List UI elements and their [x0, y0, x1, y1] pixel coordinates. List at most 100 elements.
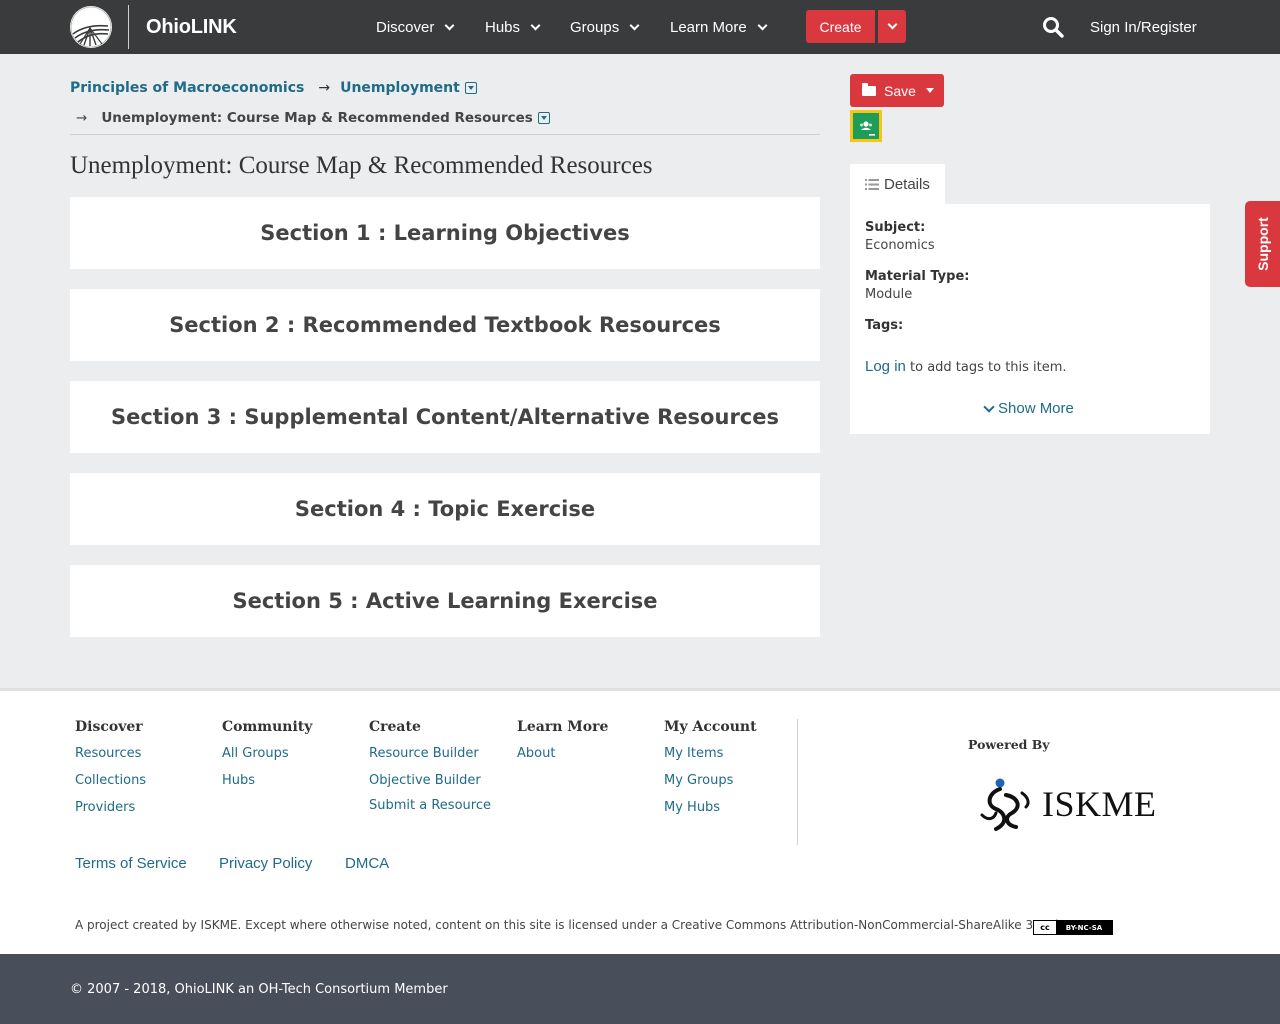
logo-divider	[128, 5, 129, 49]
section-title: Section 5 : Active Learning Exercise	[232, 589, 658, 613]
footer-column-discover: Discover Resources Collections Providers	[75, 719, 146, 827]
footer-link-my-hubs[interactable]: My Hubs	[664, 800, 757, 815]
show-more-link[interactable]: Show More	[983, 400, 1074, 417]
footer-link-my-items[interactable]: My Items	[664, 746, 757, 761]
footer-column-community: Community All Groups Hubs	[222, 719, 312, 800]
footer-link-hubs[interactable]: Hubs	[222, 773, 312, 788]
chevron-down-icon	[887, 19, 897, 30]
tags-login-suffix: to add tags to this item.	[905, 360, 1067, 375]
footer-column-my-account: My Account My Items My Groups My Hubs	[664, 719, 757, 827]
page-title: Unemployment: Course Map & Recommended R…	[70, 152, 653, 179]
section-title: Section 2 : Recommended Textbook Resourc…	[169, 313, 721, 337]
footer-link-resource-builder[interactable]: Resource Builder	[369, 746, 491, 761]
breadcrumb: Principles of Macroeconomics → Unemploym…	[70, 80, 477, 96]
dropdown-caret-icon[interactable]	[537, 112, 550, 124]
chevron-down-icon	[444, 20, 455, 30]
footer-divider	[797, 719, 798, 845]
caret-down-icon	[925, 88, 934, 93]
login-link[interactable]: Log in	[865, 358, 906, 375]
breadcrumb-divider	[70, 134, 820, 135]
breadcrumb-separator: →	[318, 80, 331, 96]
nav-hubs-label: Hubs	[485, 18, 521, 36]
dmca-link[interactable]: DMCA	[345, 855, 389, 872]
footer-link-submit-resource[interactable]: Submit a Resource	[369, 798, 491, 813]
section-card-1[interactable]: Section 1 : Learning Objectives	[70, 197, 820, 269]
save-label: Save	[884, 82, 916, 99]
footer-column-learn-more: Learn More About	[517, 719, 608, 773]
footer-heading: Discover	[75, 719, 143, 735]
chevron-down-icon	[530, 20, 541, 30]
ohiolink-logo[interactable]: OhioLINK	[70, 5, 237, 49]
footer: Discover Resources Collections Providers…	[0, 688, 1280, 954]
save-button[interactable]: Save	[850, 74, 944, 107]
nav-discover[interactable]: Discover	[376, 0, 455, 54]
footer-heading: My Account	[664, 719, 757, 735]
copyright-text: © 2007 - 2018, OhioLINK an OH-Tech Conso…	[70, 982, 448, 997]
section-card-5[interactable]: Section 5 : Active Learning Exercise	[70, 565, 820, 637]
tags-login-prompt: Log in to add tags to this item.	[865, 358, 1067, 375]
footer-link-about[interactable]: About	[517, 746, 608, 761]
support-tab[interactable]: Support	[1245, 201, 1280, 287]
google-classroom-share-button[interactable]	[850, 110, 882, 142]
powered-by-label: Powered By	[968, 737, 1050, 752]
nav-learn-more-label: Learn More	[670, 18, 747, 36]
terms-of-service-link[interactable]: Terms of Service	[75, 855, 187, 872]
creative-commons-badge[interactable]: cc BY-NC-SA	[1033, 920, 1113, 935]
iskme-logo[interactable]: ISKME	[978, 775, 1157, 833]
breadcrumb-item-course[interactable]: Principles of Macroeconomics	[70, 80, 304, 96]
section-title: Section 3 : Supplemental Content/Alterna…	[110, 405, 779, 429]
footer-link-providers[interactable]: Providers	[75, 800, 146, 815]
top-navbar: OhioLINK Discover Hubs Groups Learn More…	[0, 0, 1280, 54]
create-button[interactable]: Create	[806, 10, 875, 43]
nav-groups-label: Groups	[570, 18, 620, 36]
section-title: Section 1 : Learning Objectives	[260, 221, 630, 245]
chevron-down-icon	[757, 20, 768, 30]
details-panel: Subject: Economics Material Type: Module…	[850, 204, 1210, 434]
footer-heading: Learn More	[517, 719, 609, 735]
footer-link-objective-builder[interactable]: Objective Builder	[369, 773, 491, 788]
nav-discover-label: Discover	[376, 18, 435, 36]
chevron-down-icon	[629, 20, 640, 30]
search-icon[interactable]	[1042, 16, 1064, 38]
show-more-label: Show More	[998, 400, 1074, 417]
privacy-policy-link[interactable]: Privacy Policy	[219, 855, 312, 872]
section-card-3[interactable]: Section 3 : Supplemental Content/Alterna…	[70, 381, 820, 453]
footer-heading: Community	[222, 719, 313, 735]
dropdown-caret-icon[interactable]	[464, 82, 477, 94]
breadcrumb-separator: →	[76, 110, 88, 126]
license-text: A project created by ISKME. Except where…	[75, 918, 1098, 932]
breadcrumb-current: → Unemployment: Course Map & Recommended…	[76, 110, 550, 126]
breadcrumb-item-current: Unemployment: Course Map & Recommended R…	[101, 110, 533, 126]
footer-link-all-groups[interactable]: All Groups	[222, 746, 312, 761]
material-type-label: Material Type:	[865, 269, 970, 284]
nav-hubs[interactable]: Hubs	[485, 0, 541, 54]
folder-open-icon	[862, 82, 876, 96]
breadcrumb-item-unit[interactable]: Unemployment	[340, 80, 460, 96]
footer-column-create: Create Resource Builder Objective Builde…	[369, 719, 491, 825]
material-type-value: Module	[865, 287, 913, 302]
ohiolink-logo-icon	[70, 6, 112, 48]
footer-link-collections[interactable]: Collections	[75, 773, 146, 788]
cc-icon: cc	[1034, 921, 1056, 934]
nav-learn-more[interactable]: Learn More	[670, 0, 768, 54]
google-classroom-icon	[853, 113, 879, 139]
tab-details[interactable]: Details	[850, 164, 945, 204]
list-icon	[865, 178, 879, 190]
cc-license-terms: BY-NC-SA	[1056, 921, 1112, 934]
section-card-2[interactable]: Section 2 : Recommended Textbook Resourc…	[70, 289, 820, 361]
subject-label: Subject:	[865, 220, 926, 235]
sign-in-register-link[interactable]: Sign In/Register	[1090, 0, 1197, 54]
nav-groups[interactable]: Groups	[570, 0, 640, 54]
iskme-swirl-icon	[980, 778, 1030, 831]
chevron-down-icon	[983, 400, 995, 413]
footer-link-my-groups[interactable]: My Groups	[664, 773, 757, 788]
tab-details-label: Details	[884, 175, 930, 193]
create-dropdown-toggle[interactable]	[878, 10, 906, 43]
footer-heading: Create	[369, 719, 421, 735]
bottom-bar: © 2007 - 2018, OhioLINK an OH-Tech Conso…	[0, 954, 1280, 1024]
tags-label: Tags:	[865, 318, 904, 333]
subject-value: Economics	[865, 238, 935, 253]
section-card-4[interactable]: Section 4 : Topic Exercise	[70, 473, 820, 545]
footer-link-resources[interactable]: Resources	[75, 746, 146, 761]
support-label: Support	[1254, 217, 1271, 271]
